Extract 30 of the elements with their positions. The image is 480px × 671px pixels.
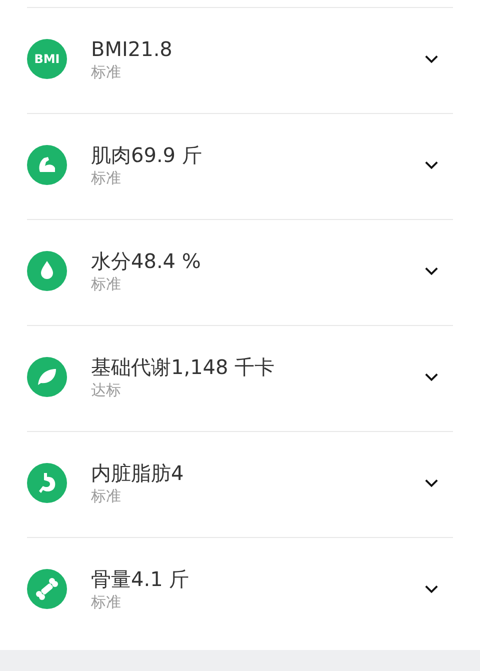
chevron-down-icon[interactable] — [424, 372, 439, 382]
arm-icon — [27, 144, 67, 184]
metric-row[interactable]: 骨量4.1 斤 标准 — [27, 537, 453, 643]
chevron-down-icon[interactable] — [424, 584, 439, 594]
metric-status: 标准 — [91, 592, 122, 612]
stomach-icon — [27, 462, 67, 502]
water-drop-icon — [27, 250, 67, 290]
metric-status: 标准 — [91, 62, 122, 82]
leaf-icon — [27, 356, 67, 396]
chevron-down-icon[interactable] — [424, 266, 439, 276]
metric-status: 标准 — [91, 168, 122, 188]
chevron-down-icon[interactable] — [424, 478, 439, 488]
metric-value: 基础代谢1,148 千卡 — [91, 354, 276, 380]
metric-status: 达标 — [91, 380, 122, 400]
chevron-down-icon[interactable] — [424, 160, 439, 170]
metric-row[interactable]: 基础代谢1,148 千卡 达标 — [27, 325, 453, 431]
metric-value: 骨量4.1 斤 — [91, 566, 190, 592]
metric-row[interactable]: 水分48.4 % 标准 — [27, 219, 453, 325]
metric-value: 水分48.4 % — [91, 248, 202, 274]
bmi-icon: BMI — [27, 38, 67, 78]
metric-row[interactable]: 肌肉69.9 斤 标准 — [27, 113, 453, 219]
metric-value: 肌肉69.9 斤 — [91, 142, 203, 168]
metric-status: 标准 — [91, 274, 122, 294]
chevron-down-icon[interactable] — [424, 54, 439, 64]
metric-row[interactable]: 内脏脂肪4 标准 — [27, 431, 453, 537]
metric-row[interactable]: BMI BMI21.8 标准 — [27, 7, 453, 113]
bone-icon — [27, 568, 67, 608]
metric-status: 标准 — [91, 486, 122, 506]
metric-value: 内脏脂肪4 — [91, 460, 185, 486]
metric-value: BMI21.8 — [91, 36, 174, 62]
